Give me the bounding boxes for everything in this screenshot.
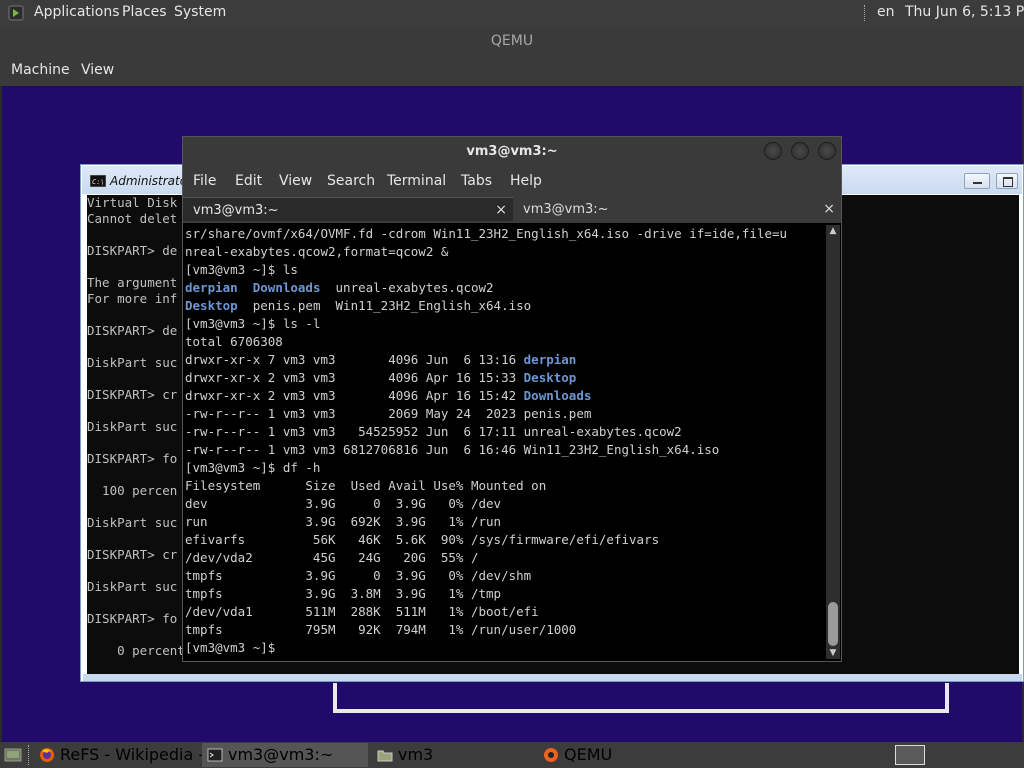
terminal-line: derpian Downloads unreal-exabytes.qcow2 — [185, 280, 494, 295]
terminal-cursor — [283, 642, 291, 656]
task-firefox[interactable]: ReFS - Wikipedia — — [34, 743, 214, 767]
task-file-manager[interactable]: vm3 — [372, 743, 538, 767]
cmd-icon: C:\ — [90, 175, 106, 187]
maximize-icon — [1003, 177, 1013, 187]
close-icon[interactable]: × — [495, 197, 507, 223]
clock[interactable]: Thu Jun 6, 5:13 PM — [905, 4, 1024, 20]
terminal-line: run 3.9G 692K 3.9G 1% /run — [185, 514, 502, 529]
svg-text:C:\: C:\ — [92, 178, 105, 186]
terminal-line: sr/share/ovmf/x64/OVMF.fd -cdrom Win11_2… — [185, 226, 788, 241]
terminal-line: tmpfs 795M 92K 794M 1% /run/user/1000 — [185, 622, 577, 637]
terminal-line: [vm3@vm3 ~]$ ls — [185, 262, 298, 277]
terminal-tab-label: vm3@vm3:~ — [193, 203, 279, 218]
scroll-down-icon[interactable]: ▼ — [828, 648, 838, 658]
qemu-icon — [544, 748, 558, 762]
task-qemu[interactable]: QEMU — [538, 743, 718, 767]
directory-name: derpian — [185, 280, 238, 295]
terminal-menu-view[interactable]: View — [279, 173, 312, 189]
terminal-line: total 6706308 — [185, 334, 283, 349]
terminal-line: [vm3@vm3 ~]$ — [185, 639, 825, 657]
qemu-titlebar[interactable]: QEMU — [0, 26, 1024, 56]
task-label: QEMU — [564, 745, 613, 764]
qemu-menu-view[interactable]: View — [81, 62, 114, 78]
close-icon[interactable]: × — [823, 196, 835, 222]
qemu-menubar: Machine View — [0, 56, 1024, 86]
terminal-menu-edit[interactable]: Edit — [235, 173, 262, 189]
task-label: vm3@vm3:~ — [228, 745, 334, 764]
terminal-line: nreal-exabytes.qcow2,format=qcow2 & — [185, 244, 449, 259]
terminal-icon — [207, 748, 223, 762]
qemu-menu-machine[interactable]: Machine — [11, 62, 70, 78]
firefox-icon — [40, 748, 54, 762]
terminal-line: tmpfs 3.9G 3.8M 3.9G 1% /tmp — [185, 586, 502, 601]
maximize-button[interactable] — [996, 173, 1018, 189]
directory-name: Desktop — [185, 298, 238, 313]
terminal-scroll-thumb[interactable] — [828, 602, 838, 646]
minimize-icon — [973, 182, 982, 184]
gnome-foot-icon[interactable] — [8, 4, 26, 22]
minimize-button[interactable] — [964, 173, 990, 189]
terminal-tab-2[interactable]: vm3@vm3:~ × — [513, 197, 841, 221]
task-terminal[interactable]: vm3@vm3:~ — [202, 743, 368, 767]
cmd-title-text: Administrator — [110, 174, 193, 188]
directory-name: Downloads — [523, 388, 592, 403]
vm-desktop-box — [333, 683, 949, 713]
terminal-line: drwxr-xr-x 2 vm3 vm3 4096 Apr 16 15:33 D… — [185, 370, 577, 385]
terminal-line: -rw-r--r-- 1 vm3 vm3 6812706816 Jun 6 16… — [185, 442, 720, 457]
terminal-line: drwxr-xr-x 2 vm3 vm3 4096 Apr 16 15:42 D… — [185, 388, 592, 403]
terminal-line: Filesystem Size Used Avail Use% Mounted … — [185, 478, 547, 493]
menu-system[interactable]: System — [174, 4, 226, 20]
terminal-tab-label: vm3@vm3:~ — [523, 202, 609, 217]
terminal-line: dev 3.9G 0 3.9G 0% /dev — [185, 496, 502, 511]
terminal-menu-terminal[interactable]: Terminal — [387, 173, 446, 189]
terminal-line: -rw-r--r-- 1 vm3 vm3 2069 May 24 2023 pe… — [185, 406, 592, 421]
directory-name: Desktop — [523, 370, 577, 385]
menu-applications[interactable]: Applications — [34, 4, 120, 20]
terminal-line: [vm3@vm3 ~]$ df -h — [185, 460, 321, 475]
terminal-line: Desktop penis.pem Win11_23H2_English_x64… — [185, 298, 532, 313]
scroll-up-icon[interactable]: ▲ — [828, 226, 838, 236]
terminal-menu-help[interactable]: Help — [510, 173, 542, 189]
terminal-line: tmpfs 3.9G 0 3.9G 0% /dev/shm — [185, 568, 532, 583]
directory-name: Downloads — [252, 280, 321, 295]
terminal-line: efivarfs 56K 46K 5.6K 90% /sys/firmware/… — [185, 532, 660, 547]
terminal-menu-search[interactable]: Search — [327, 173, 375, 189]
terminal-line: -rw-r--r-- 1 vm3 vm3 54525952 Jun 6 17:1… — [185, 424, 682, 439]
terminal-minimize-button[interactable] — [764, 142, 782, 160]
terminal-line: /dev/vda1 511M 288K 511M 1% /boot/efi — [185, 604, 539, 619]
terminal-line: /dev/vda2 45G 24G 20G 55% / — [185, 550, 479, 565]
folder-icon — [377, 750, 393, 762]
top-panel: Applications Places System en Thu Jun 6,… — [0, 0, 1024, 26]
task-label: ReFS - Wikipedia — — [60, 745, 215, 764]
terminal-scrollbar[interactable] — [826, 225, 840, 659]
panel-separator — [864, 5, 867, 21]
keyboard-layout-indicator[interactable]: en — [877, 4, 895, 20]
terminal-line: [vm3@vm3 ~]$ ls -l — [185, 316, 321, 331]
directory-name: derpian — [523, 352, 577, 367]
terminal-menu-tabs[interactable]: Tabs — [461, 173, 492, 189]
terminal-tab-1[interactable]: vm3@vm3:~ × — [183, 197, 513, 221]
terminal-close-button[interactable] — [818, 142, 836, 160]
workspace-switcher[interactable] — [895, 745, 925, 765]
show-desktop-icon[interactable] — [4, 747, 22, 763]
terminal-menubar: File Edit View Search Terminal Tabs Help — [183, 167, 841, 195]
terminal-line: drwxr-xr-x 7 vm3 vm3 4096 Jun 6 13:16 de… — [185, 352, 577, 367]
terminal-menu-file[interactable]: File — [193, 173, 216, 189]
terminal-titlebar[interactable]: vm3@vm3:~ — [183, 137, 841, 167]
panel-separator — [28, 745, 31, 765]
menu-places[interactable]: Places — [122, 4, 167, 20]
terminal-maximize-button[interactable] — [791, 142, 809, 160]
cmd-window-border — [83, 674, 1022, 681]
task-label: vm3 — [398, 745, 434, 764]
terminal-output[interactable]: sr/share/ovmf/x64/OVMF.fd -cdrom Win11_2… — [185, 225, 825, 657]
